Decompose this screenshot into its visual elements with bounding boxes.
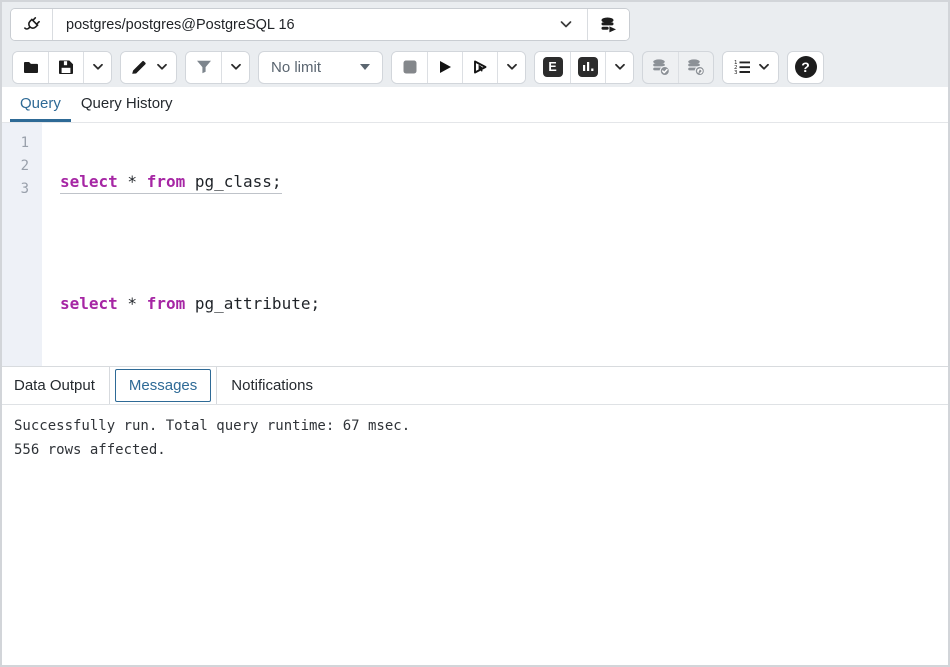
new-connection-button[interactable] bbox=[588, 9, 629, 40]
connection-select[interactable]: postgres/postgres@PostgreSQL 16 bbox=[53, 9, 587, 40]
chevron-down-icon bbox=[230, 63, 242, 71]
explain-analyze-button[interactable] bbox=[570, 52, 605, 83]
plug-icon bbox=[23, 16, 41, 34]
transaction-button-group bbox=[642, 51, 714, 84]
commit-button[interactable] bbox=[643, 52, 678, 83]
file-button-group bbox=[12, 51, 112, 84]
connection-status-button[interactable] bbox=[11, 9, 52, 40]
tab-query[interactable]: Query bbox=[10, 87, 71, 122]
line-number: 3 bbox=[2, 178, 42, 201]
edit-button-group bbox=[120, 51, 177, 84]
help-button[interactable]: ? bbox=[788, 52, 823, 83]
connection-select-value: postgres/postgres@PostgreSQL 16 bbox=[66, 17, 295, 33]
macros-menu-chevron[interactable] bbox=[750, 52, 778, 83]
messages-output: Successfully run. Total query runtime: 6… bbox=[2, 405, 948, 666]
chevron-down-icon bbox=[559, 20, 573, 29]
filter-button-group bbox=[185, 51, 250, 84]
edit-menu-chevron[interactable] bbox=[148, 52, 176, 83]
caret-down-icon bbox=[360, 64, 370, 70]
message-line: 556 rows affected. bbox=[14, 438, 936, 462]
stop-icon bbox=[401, 58, 419, 76]
row-limit-select[interactable]: No limit bbox=[258, 51, 383, 84]
editor-tabstrip: Query Query History bbox=[2, 87, 948, 123]
db-commit-icon bbox=[651, 58, 671, 76]
filter-menu-button[interactable] bbox=[221, 52, 249, 83]
message-line: Successfully run. Total query runtime: 6… bbox=[14, 414, 936, 438]
save-button[interactable] bbox=[48, 52, 83, 83]
execute-button[interactable] bbox=[427, 52, 462, 83]
sql-editor: 1 2 3 select * from pg_class; select * f… bbox=[2, 123, 948, 366]
chevron-down-icon bbox=[758, 63, 770, 71]
chevron-down-icon bbox=[92, 63, 104, 71]
bar-chart-icon bbox=[578, 57, 598, 77]
svg-text:3: 3 bbox=[734, 70, 738, 76]
tab-notifications-label: Notifications bbox=[231, 377, 313, 394]
pencil-icon bbox=[130, 58, 148, 76]
row-limit-value: No limit bbox=[271, 59, 321, 76]
play-icon bbox=[436, 58, 454, 76]
database-arrow-icon bbox=[599, 16, 618, 34]
play-cursor-icon bbox=[471, 58, 490, 76]
chevron-down-icon bbox=[156, 63, 168, 71]
tab-query-label: Query bbox=[20, 95, 61, 112]
explain-button[interactable]: E bbox=[535, 52, 570, 83]
filter-button[interactable] bbox=[186, 52, 221, 83]
save-menu-button[interactable] bbox=[83, 52, 111, 83]
query-toolbar: No limit bbox=[2, 47, 948, 87]
filter-icon bbox=[195, 58, 213, 76]
execute-menu-button[interactable] bbox=[497, 52, 525, 83]
help-button-group: ? bbox=[787, 51, 824, 84]
code-line bbox=[60, 231, 948, 254]
connection-bar: postgres/postgres@PostgreSQL 16 bbox=[10, 8, 630, 41]
tab-query-history-label: Query History bbox=[81, 95, 173, 112]
explain-button-group: E bbox=[534, 51, 634, 84]
tab-notifications[interactable]: Notifications bbox=[217, 367, 327, 404]
explain-icon: E bbox=[543, 57, 563, 77]
tab-data-output[interactable]: Data Output bbox=[14, 367, 109, 404]
tab-messages-label: Messages bbox=[129, 377, 197, 394]
stop-button[interactable] bbox=[392, 52, 427, 83]
execute-script-button[interactable] bbox=[462, 52, 497, 83]
folder-icon bbox=[22, 58, 40, 76]
macro-button-group: 1 2 3 bbox=[722, 51, 779, 84]
query-tool-window: postgres/postgres@PostgreSQL 16 bbox=[0, 0, 950, 667]
save-icon bbox=[57, 58, 75, 76]
editor-gutter: 1 2 3 bbox=[2, 123, 42, 366]
output-tabstrip: Data Output Messages Notifications bbox=[2, 366, 948, 405]
tab-data-output-label: Data Output bbox=[14, 377, 95, 394]
chevron-down-icon bbox=[614, 63, 626, 71]
db-rollback-icon bbox=[686, 58, 706, 76]
header-chrome: postgres/postgres@PostgreSQL 16 bbox=[2, 2, 948, 87]
explain-menu-button[interactable] bbox=[605, 52, 633, 83]
help-icon: ? bbox=[795, 56, 817, 78]
tab-query-history[interactable]: Query History bbox=[71, 87, 183, 122]
line-number: 1 bbox=[2, 132, 42, 155]
code-line: select * from pg_attribute; bbox=[60, 292, 948, 315]
chevron-down-icon bbox=[506, 63, 518, 71]
line-number: 2 bbox=[2, 155, 42, 178]
tab-messages[interactable]: Messages bbox=[115, 369, 211, 402]
code-editor[interactable]: select * from pg_class; select * from pg… bbox=[42, 123, 948, 366]
code-line: select * from pg_class; bbox=[60, 170, 948, 193]
execute-button-group bbox=[391, 51, 526, 84]
divider bbox=[109, 367, 110, 404]
rollback-button[interactable] bbox=[678, 52, 713, 83]
open-file-button[interactable] bbox=[13, 52, 48, 83]
connection-row: postgres/postgres@PostgreSQL 16 bbox=[2, 2, 948, 47]
